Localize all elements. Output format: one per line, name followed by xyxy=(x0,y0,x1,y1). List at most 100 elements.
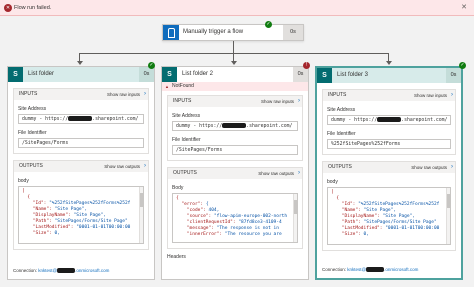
show-raw-inputs-link[interactable]: Show raw inputs xyxy=(414,90,447,101)
site-suffix: .sharepoint.com/ xyxy=(246,124,293,129)
manual-trigger-icon xyxy=(163,25,179,40)
file-identifier-value: /SitePages/Forms xyxy=(172,145,298,155)
json-key: "message": xyxy=(176,226,217,231)
show-raw-inputs-link[interactable]: Show raw inputs xyxy=(261,96,294,107)
chevron-right-icon[interactable]: › xyxy=(298,168,300,179)
success-icon: ✓ xyxy=(148,62,155,69)
inputs-header: INPUTS Show raw inputs › xyxy=(168,96,302,107)
inputs-header: INPUTS Show raw inputs › xyxy=(14,89,148,100)
json-value: "0001-01-01T00:00:00 xyxy=(385,226,440,231)
card-header[interactable]: List folder 2 0s xyxy=(162,67,308,82)
scrollbar[interactable] xyxy=(293,194,297,242)
json-key: "error": xyxy=(176,202,206,207)
json-value: "The response is not in xyxy=(216,226,279,231)
json-value: "The resource you are xyxy=(224,232,282,237)
success-icon: ✓ xyxy=(265,21,272,28)
json-value: "Site Page", xyxy=(363,208,397,213)
inputs-section: INPUTS Show raw inputs › Site Address du… xyxy=(13,88,149,154)
arrow-down-icon xyxy=(386,61,392,65)
site-suffix: .sharepoint.com/ xyxy=(92,117,139,122)
json-key: [ xyxy=(22,189,25,194)
card-duration: 0s xyxy=(446,68,461,83)
json-key: "DisplayName": xyxy=(331,214,383,219)
action-card-list-folder-3[interactable]: List folder 3 0s INPUTS Show raw inputs … xyxy=(315,66,463,280)
chevron-right-icon[interactable]: › xyxy=(298,96,300,107)
chevron-right-icon[interactable]: › xyxy=(144,161,146,172)
json-value: "SitePages/Forms/Site Page" xyxy=(54,219,128,224)
headers-label: Headers xyxy=(167,254,186,260)
site-address-label: Site Address xyxy=(172,113,201,119)
chevron-right-icon[interactable]: › xyxy=(451,90,453,101)
section-title: OUTPUTS xyxy=(19,163,43,169)
section-title: INPUTS xyxy=(19,91,38,97)
json-key: "source": xyxy=(176,214,214,219)
card-header[interactable]: List folder 3 0s xyxy=(317,68,461,83)
action-card-list-folder-2[interactable]: List folder 2 0s NotFound INPUTS Show ra… xyxy=(161,66,309,280)
file-identifier-value: %252fSitePages%252fForms xyxy=(327,139,451,149)
json-key: "Id": xyxy=(331,202,359,207)
json-key: "Id": xyxy=(22,201,50,206)
connection-user[interactable]: knktest@ xyxy=(38,268,57,273)
json-key: "Size": xyxy=(331,232,364,237)
trigger-step[interactable]: Manually trigger a flow ✓ 0s xyxy=(162,21,304,41)
connection-label: Connection: xyxy=(322,266,347,272)
chevron-right-icon[interactable]: › xyxy=(451,162,453,173)
connector-line xyxy=(233,41,234,53)
show-raw-inputs-link[interactable]: Show raw inputs xyxy=(107,89,140,100)
body-json-viewer[interactable]: { "error": { "code": 404, "source": "flo… xyxy=(172,193,298,243)
redacted-block xyxy=(377,117,402,122)
body-label: body xyxy=(327,179,338,185)
card-header[interactable]: List folder 0s xyxy=(8,67,154,82)
error-icon: ! xyxy=(303,62,310,69)
site-address-value: dummy - https:// .sharepoint.com/ xyxy=(172,121,298,131)
sharepoint-icon xyxy=(162,67,177,82)
sharepoint-icon xyxy=(317,68,332,83)
scrollbar[interactable] xyxy=(139,187,143,243)
connection-domain[interactable]: .onmicrosoft.com xyxy=(384,267,418,272)
outputs-section: OUTPUTS Show raw outputs › body [ { "Id"… xyxy=(322,161,456,251)
arrow-down-icon xyxy=(77,61,83,65)
code-line: "Size": 0, xyxy=(331,232,450,238)
inputs-section: INPUTS Show raw inputs › Site Address du… xyxy=(167,95,303,161)
json-key: "LastModified": xyxy=(331,226,386,231)
chevron-right-icon[interactable]: › xyxy=(144,89,146,100)
connection-domain[interactable]: .onmicrosoft.com xyxy=(75,268,109,273)
json-key: "clientRequestId": xyxy=(176,220,239,225)
redacted-block xyxy=(57,268,76,273)
action-card-list-folder[interactable]: List folder 0s INPUTS Show raw inputs › … xyxy=(7,66,155,280)
scrollbar[interactable] xyxy=(446,188,450,244)
json-key: "innerError": xyxy=(176,232,225,237)
outputs-section: OUTPUTS Show raw outputs › body [ { "Id"… xyxy=(13,160,149,250)
json-value: "0001-01-01T00:00:00 xyxy=(76,225,131,230)
close-icon[interactable]: ✕ xyxy=(457,0,471,16)
code-line: "Size": 0, xyxy=(22,231,143,237)
trigger-title: Manually trigger a flow xyxy=(183,29,244,35)
show-raw-outputs-link[interactable]: Show raw outputs xyxy=(104,161,140,172)
connector-line xyxy=(233,53,234,61)
connection-user[interactable]: knktest@ xyxy=(347,267,366,272)
outputs-section: OUTPUTS Show raw outputs › Body { "error… xyxy=(167,167,303,249)
json-key: [ xyxy=(331,190,334,195)
card-duration: 0s xyxy=(293,67,308,82)
file-identifier-label: File Identifier xyxy=(18,130,47,136)
outputs-header: OUTPUTS Show raw outputs › xyxy=(323,162,455,173)
redacted-block xyxy=(366,267,385,272)
body-json-viewer[interactable]: [ { "Id": "%252fSitePages%252fForms%252f… xyxy=(327,187,451,245)
connection-info: Connection: knktest@ .onmicrosoft.com xyxy=(322,267,418,272)
connection-info: Connection: knktest@ .onmicrosoft.com xyxy=(13,268,109,273)
json-value: "%252fSitePages%252fForms%252f xyxy=(49,201,131,206)
site-suffix: .sharepoint.com/ xyxy=(401,118,448,123)
json-value: "%252fSitePages%252fForms%252f xyxy=(358,202,440,207)
inputs-header: INPUTS Show raw inputs › xyxy=(323,90,455,101)
json-key: "code": xyxy=(176,208,209,213)
json-value: "Site Page", xyxy=(382,214,415,219)
site-prefix: dummy - https:// xyxy=(176,124,223,129)
outputs-header: OUTPUTS Show raw outputs › xyxy=(168,168,302,179)
trigger-duration: 0s xyxy=(283,25,303,40)
body-json-viewer[interactable]: [ { "Id": "%252fSitePages%252fForms%252f… xyxy=(18,186,144,244)
json-value: "flow-apim-europe-002-north xyxy=(213,214,288,219)
show-raw-outputs-link[interactable]: Show raw outputs xyxy=(411,162,447,173)
show-raw-outputs-link[interactable]: Show raw outputs xyxy=(258,168,294,179)
site-address-value: dummy - https:// .sharepoint.com/ xyxy=(327,115,451,125)
section-title: OUTPUTS xyxy=(328,164,352,170)
